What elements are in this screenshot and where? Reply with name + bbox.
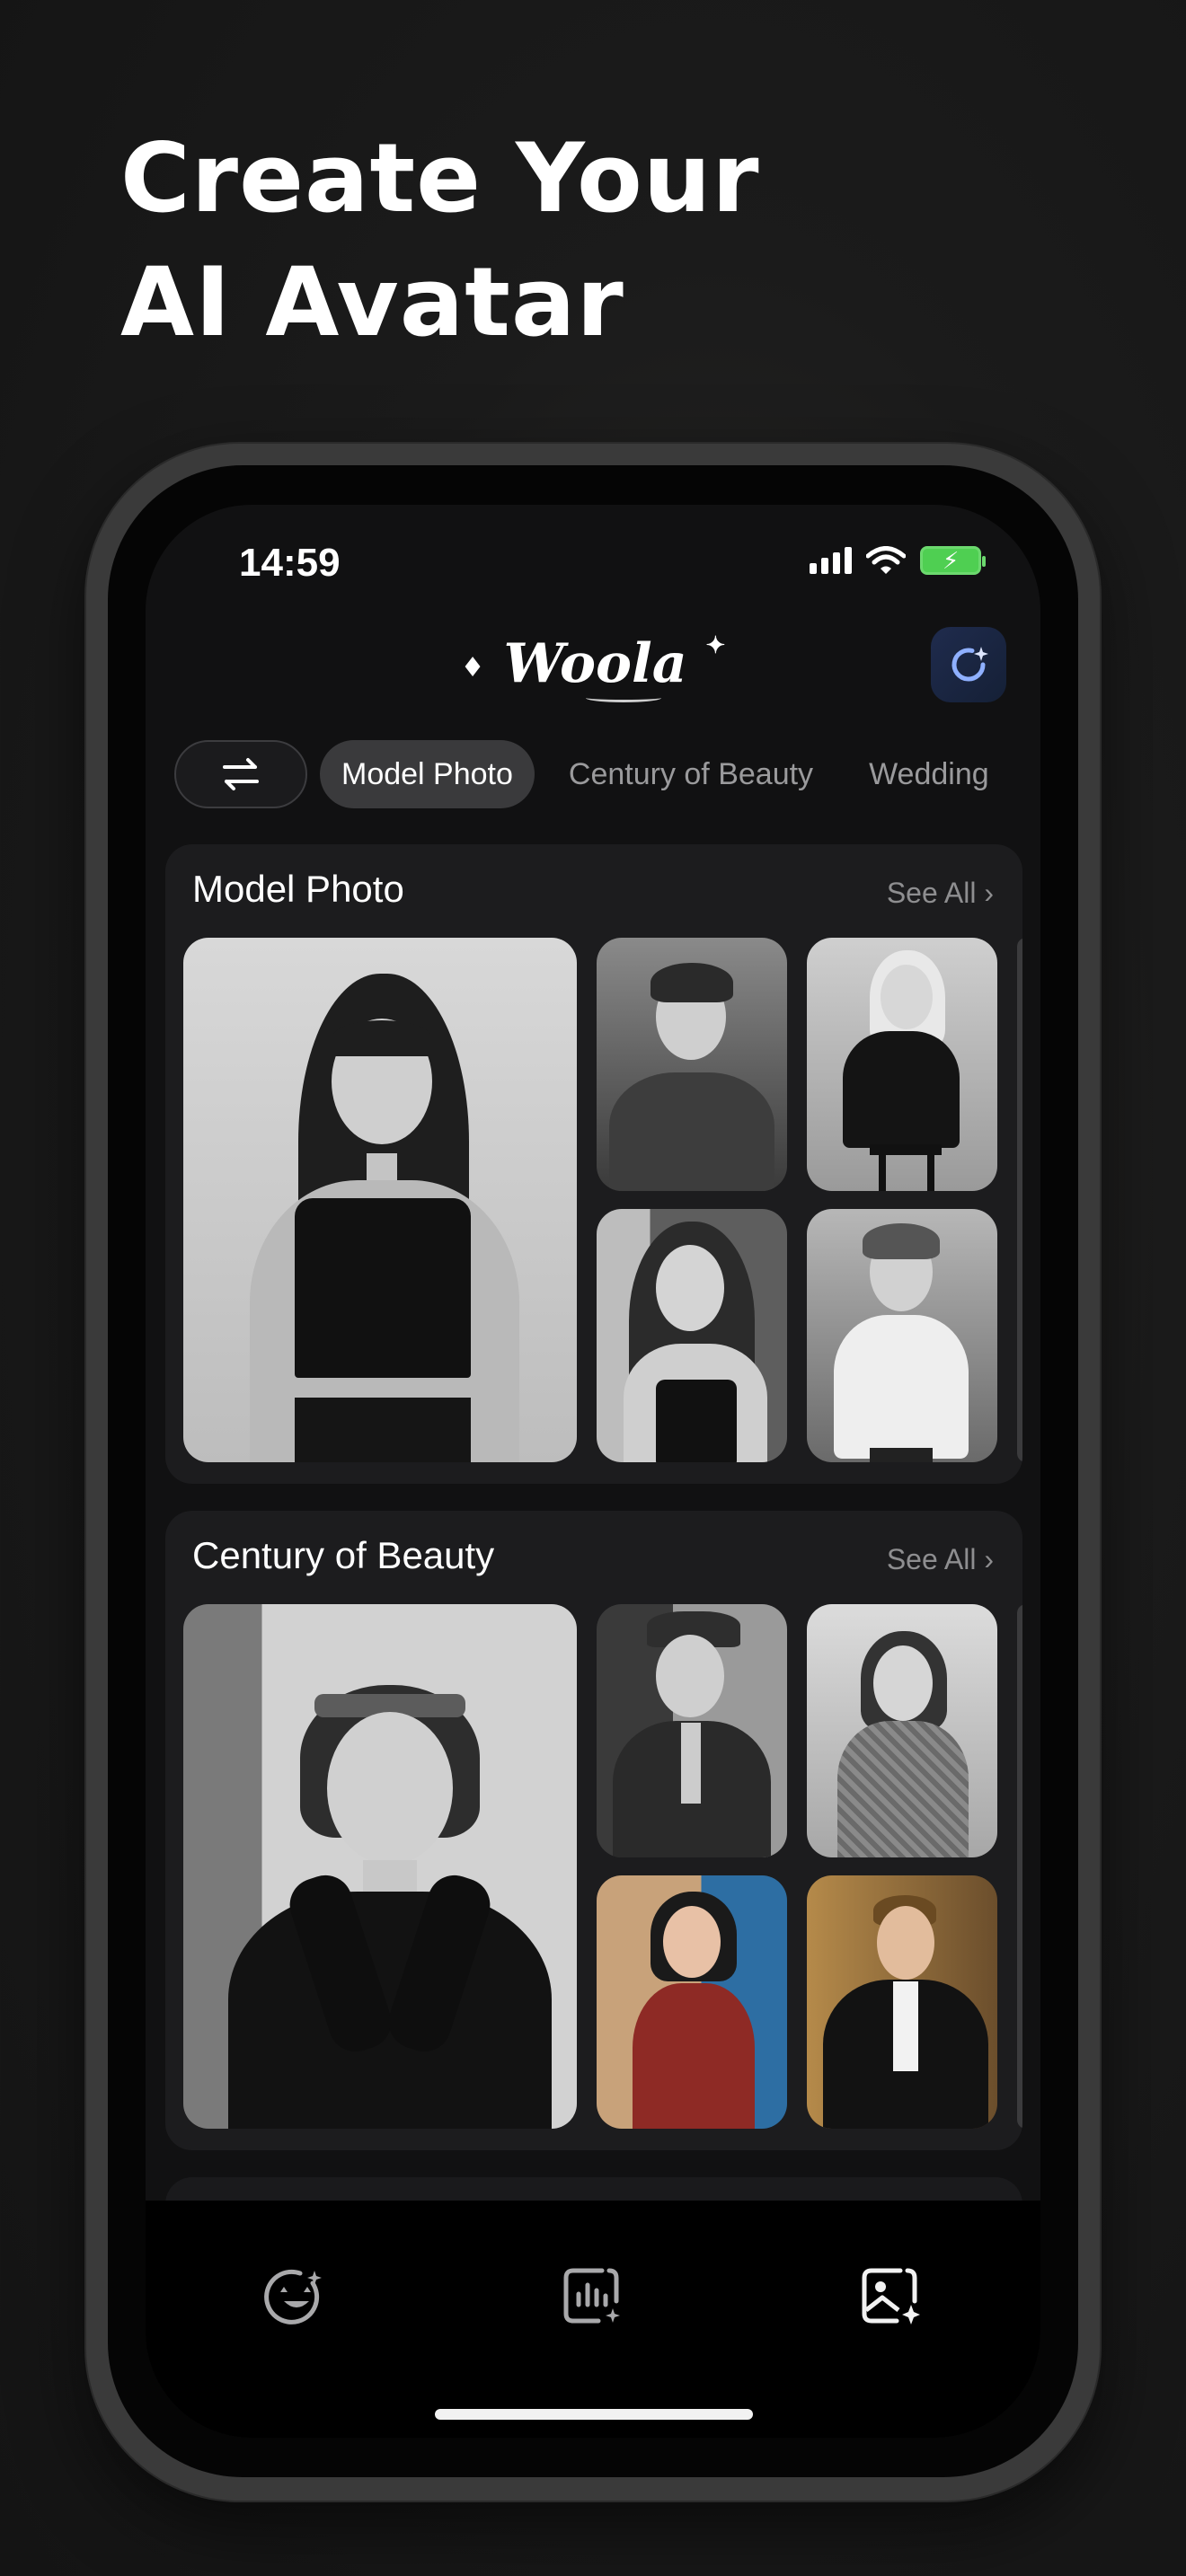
logo-spark-right: ✦ [705, 632, 726, 659]
next-tile-peek [1017, 938, 1022, 1462]
app-screen: 14:59 ⚡ ♦ Woola ✦ Model Photo Century of… [146, 505, 1040, 2438]
tab-gallery[interactable] [859, 2265, 924, 2330]
photo-tile[interactable] [183, 1604, 577, 2129]
section-title: Century of Beauty [192, 1534, 495, 1576]
photo-tile[interactable] [807, 1875, 997, 2129]
tab-model-photo[interactable]: Model Photo [320, 740, 535, 808]
battery-icon: ⚡ [920, 546, 986, 575]
photo-tile[interactable] [807, 1604, 997, 1857]
swap-arrows-icon [223, 758, 259, 790]
section-title: Model Photo [192, 868, 404, 910]
refresh-sparkle-icon [951, 647, 988, 682]
logo-spark-left: ♦ [460, 652, 485, 684]
section-model-photo: Model Photo See All › [165, 844, 1022, 1484]
history-button[interactable] [931, 627, 1006, 702]
headline-line-1: Create Your [120, 123, 760, 234]
section-century-of-beauty: Century of Beauty See All › [165, 1511, 1022, 2150]
tab-century-of-beauty[interactable]: Century of Beauty [547, 740, 835, 808]
headline-line-2: AI Avatar [120, 247, 624, 357]
tab-avatar[interactable] [264, 2265, 329, 2330]
cellular-signal-icon [810, 547, 852, 574]
photo-tile[interactable] [597, 938, 787, 1191]
status-icons: ⚡ [810, 546, 986, 575]
photo-tile[interactable] [597, 1604, 787, 1857]
category-tabs: Model Photo Century of Beauty Wedding [174, 740, 1011, 808]
app-logo: ♦ Woola ✦ [146, 632, 1040, 695]
next-tile-peek [1017, 1604, 1022, 2129]
photo-tile[interactable] [807, 1209, 997, 1462]
logo-underline [586, 693, 661, 702]
logo-text: Woola [503, 632, 687, 695]
photo-tile[interactable] [597, 1209, 787, 1462]
photo-tile[interactable] [807, 938, 997, 1191]
wifi-icon [866, 546, 906, 574]
bottom-tab-bar [146, 2201, 1040, 2438]
promo-headline: Create Your AI Avatar [120, 117, 760, 365]
tab-analytics[interactable] [561, 2265, 625, 2330]
image-sparkle-icon [862, 2268, 920, 2325]
home-indicator[interactable] [435, 2409, 753, 2420]
tab-wedding[interactable]: Wedding [847, 740, 1011, 808]
photo-tile[interactable] [183, 938, 577, 1462]
battery-bolt: ⚡ [943, 547, 960, 574]
see-all-link[interactable]: See All › [887, 877, 994, 910]
avatar-face-sparkle-icon [264, 2269, 322, 2325]
see-all-link[interactable]: See All › [887, 1543, 994, 1576]
photo-tile[interactable] [597, 1875, 787, 2129]
filter-button[interactable] [174, 740, 307, 808]
status-time: 14:59 [239, 541, 341, 585]
chart-sparkle-icon [563, 2268, 620, 2324]
